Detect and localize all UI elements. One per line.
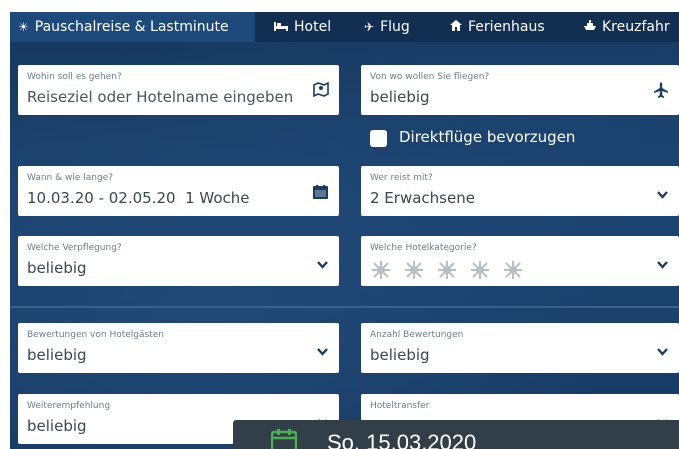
tab-bar: ☀ Pauschalreise & Lastminute Hotel ✈ Flug … — [10, 12, 679, 42]
ship-icon — [584, 12, 596, 42]
review-count-value[interactable]: beliebig — [370, 346, 430, 364]
section-divider — [10, 306, 679, 308]
calendar-icon — [270, 429, 298, 449]
review-count-label: Anzahl Bewertungen — [370, 330, 464, 340]
travelers-field[interactable]: Wer reist mit? 2 Erwachsene — [361, 166, 679, 216]
house-icon — [450, 12, 462, 42]
sun-icon: ☀ — [18, 20, 29, 34]
direct-flights-checkbox[interactable] — [370, 130, 387, 147]
guest-rating-value[interactable]: beliebig — [27, 346, 87, 364]
sun-star-icon[interactable] — [370, 260, 394, 280]
guest-rating-field[interactable]: Bewertungen von Hotelgästen beliebig — [18, 323, 339, 373]
bed-icon — [274, 12, 288, 42]
travelers-value[interactable]: 2 Erwachsene — [370, 189, 475, 207]
review-count-field[interactable]: Anzahl Bewertungen beliebig — [361, 323, 679, 373]
tab-kreuzfahrt[interactable]: Kreuzfahr — [576, 12, 679, 42]
tab-hotel[interactable]: Hotel — [266, 12, 350, 42]
destination-field[interactable]: Wohin soll es gehen? Reiseziel oder Hote… — [18, 65, 339, 115]
calendar-icon[interactable] — [313, 184, 329, 200]
transfer-label: Hoteltransfer — [370, 401, 430, 411]
direct-flights-label[interactable]: Direktflüge bevorzugen — [399, 128, 575, 146]
search-panel: ☀ Pauschalreise & Lastminute Hotel ✈ Flug … — [10, 12, 679, 449]
travelers-label: Wer reist mit? — [370, 173, 433, 183]
sun-star-icon[interactable] — [502, 260, 526, 280]
chevron-down-icon[interactable] — [317, 254, 328, 269]
board-label: Welche Verpflegung? — [27, 243, 122, 253]
board-value[interactable]: beliebig — [27, 259, 87, 277]
chevron-down-icon[interactable] — [657, 254, 668, 269]
departure-value[interactable]: beliebig — [370, 88, 430, 106]
map-icon[interactable] — [313, 81, 329, 98]
chevron-down-icon[interactable] — [657, 341, 668, 356]
guest-rating-label: Bewertungen von Hotelgästen — [27, 330, 164, 340]
dates-label: Wann & wie lange? — [27, 173, 113, 183]
tab-pauschalreise[interactable]: ☀ Pauschalreise & Lastminute — [10, 12, 255, 42]
hotel-category-label: Welche Hotelkategorie? — [370, 243, 477, 253]
tab-ferienhaus[interactable]: Ferienhaus — [442, 12, 562, 42]
dates-field[interactable]: Wann & wie lange? 10.03.20 - 02.05.20 1 … — [18, 166, 339, 216]
dates-value[interactable]: 10.03.20 - 02.05.20 1 Woche — [27, 189, 250, 207]
departure-field[interactable]: Von wo wollen Sie fliegen? beliebig — [361, 65, 679, 115]
hotel-category-field[interactable]: Welche Hotelkategorie? — [361, 236, 679, 286]
recommendation-label: Weiterempfehlung — [27, 401, 111, 411]
plane-icon: ✈ — [364, 20, 375, 34]
tab-flug[interactable]: ✈ Flug — [356, 12, 428, 42]
board-field[interactable]: Welche Verpflegung? beliebig — [18, 236, 339, 286]
chevron-down-icon[interactable] — [317, 341, 328, 356]
recommendation-value[interactable]: beliebig — [27, 417, 87, 435]
destination-input[interactable]: Reiseziel oder Hotelname eingeben — [27, 88, 293, 106]
destination-label: Wohin soll es gehen? — [27, 72, 122, 82]
sun-star-icon[interactable] — [403, 260, 427, 280]
date-picker-popup[interactable]: So. 15.03.2020 — [233, 420, 679, 449]
sun-star-icon[interactable] — [469, 260, 493, 280]
chevron-down-icon[interactable] — [657, 184, 668, 199]
popup-date: So. 15.03.2020 — [327, 430, 477, 449]
sun-star-icon[interactable] — [436, 260, 460, 280]
hotel-category-stars[interactable] — [370, 260, 535, 284]
plane-icon — [653, 82, 669, 98]
departure-label: Von wo wollen Sie fliegen? — [370, 72, 490, 82]
